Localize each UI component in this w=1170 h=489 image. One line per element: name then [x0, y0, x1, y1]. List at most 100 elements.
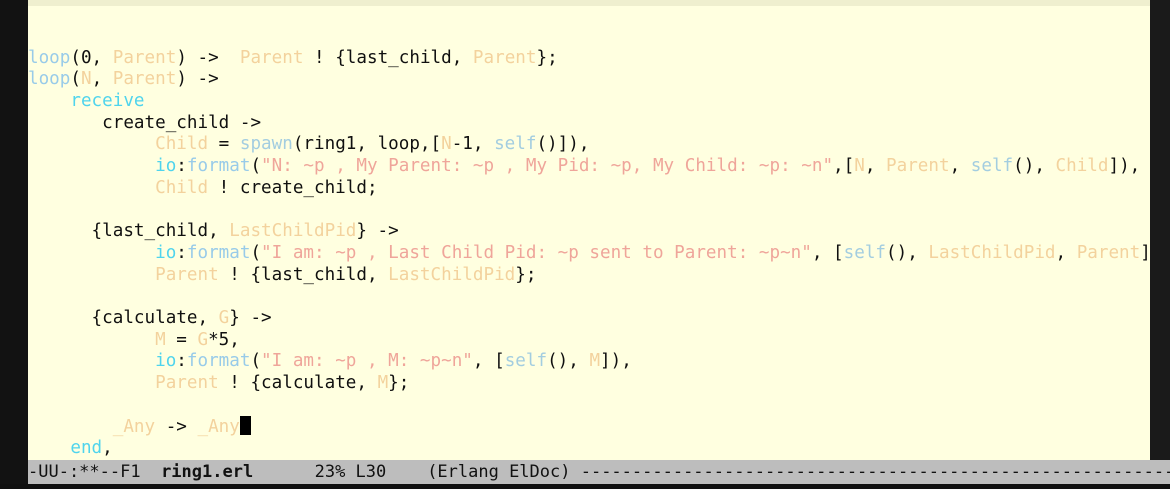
code-token: {last_child, — [28, 221, 230, 242]
code-token: Parent — [155, 264, 219, 285]
code-token: }; — [388, 373, 410, 393]
code-token: ( — [250, 351, 262, 372]
modeline-major-mode[interactable]: (Erlang ElDoc) — [427, 462, 581, 482]
code-token: *5, — [208, 329, 240, 350]
code-line[interactable] — [28, 200, 1150, 222]
code-token: -> — [155, 417, 198, 438]
code-editor[interactable]: loop(0, Parent) -> Parent ! {last_child,… — [28, 0, 1150, 460]
code-token: ]), — [600, 351, 632, 372]
code-token: Child — [1055, 156, 1109, 177]
code-line[interactable] — [28, 395, 1150, 417]
code-token: format — [186, 156, 251, 177]
code-token: ! {last_child, — [218, 264, 389, 285]
code-token: ( — [250, 156, 262, 177]
code-token: _Any — [112, 417, 156, 438]
code-token: "I am: ~p , M: ~p~n" — [261, 351, 473, 372]
code-line[interactable]: loop(N, Parent) -> — [28, 69, 1150, 91]
code-line[interactable]: Parent ! {last_child, LastChildPid}; — [28, 265, 1150, 287]
code-line[interactable]: _Any -> _Any — [28, 416, 1150, 438]
code-token: G — [197, 329, 209, 350]
code-token: ! create_child; — [208, 177, 378, 198]
code-token: LastChildPid — [928, 242, 1056, 263]
code-token: "I am: ~p , Last Child Pid: ~p sent to P… — [261, 242, 812, 263]
right-fringe — [1150, 0, 1170, 460]
code-token: spawn — [239, 134, 293, 155]
code-line[interactable]: io:format("N: ~p , My Parent: ~p , My Pi… — [28, 156, 1150, 178]
code-token: format — [186, 351, 251, 372]
code-line[interactable]: M = G*5, — [28, 330, 1150, 352]
left-fringe — [0, 0, 28, 489]
code-token: G — [218, 307, 230, 328]
code-token: (ring1, loop,[ — [292, 134, 442, 155]
code-token: , — [864, 156, 887, 177]
code-token: , [ — [811, 242, 844, 263]
code-line[interactable]: Child ! create_child; — [28, 178, 1150, 200]
code-token: ]), — [1108, 156, 1141, 177]
code-token: M — [377, 373, 389, 393]
code-token: receive — [70, 91, 145, 112]
text-cursor — [239, 416, 251, 436]
previous-line-edge — [28, 0, 1150, 6]
code-token: self — [494, 134, 537, 155]
code-token: loop — [28, 47, 71, 68]
code-token: } -> — [356, 221, 399, 242]
code-token: (0, — [70, 47, 113, 68]
modeline-status: -UU-:**--F1 — [28, 462, 162, 482]
modeline-position: 23% L30 — [253, 462, 428, 482]
code-line[interactable]: Parent ! {calculate, M}; — [28, 373, 1150, 395]
code-line[interactable]: {last_child, LastChildPid} -> — [28, 221, 1150, 243]
emacs-frame: loop(0, Parent) -> Parent ! {last_child,… — [0, 0, 1170, 489]
code-line[interactable] — [28, 26, 1150, 48]
code-token: {calculate, — [28, 307, 219, 328]
code-token: N — [80, 69, 92, 90]
code-token: ! {last_child, — [303, 47, 473, 68]
code-token: Child — [155, 134, 209, 155]
code-line[interactable]: loop(0, Parent) -> Parent ! {last_child,… — [28, 48, 1150, 70]
bottom-edge — [0, 484, 1170, 489]
code-token: ]), — [1140, 242, 1150, 263]
code-line[interactable] — [28, 286, 1150, 308]
code-line[interactable]: end, — [28, 438, 1150, 460]
code-token: ( — [250, 242, 262, 263]
code-token: N — [854, 156, 865, 177]
code-token: self — [970, 156, 1014, 177]
code-line[interactable]: {calculate, G} -> — [28, 308, 1150, 330]
code-token: ) -> — [176, 69, 219, 90]
code-line[interactable]: io:format("I am: ~p , Last Child Pid: ~p… — [28, 243, 1150, 265]
code-line[interactable]: create_child -> — [28, 113, 1150, 135]
code-line[interactable]: Child = spawn(ring1, loop,[N-1, self()])… — [28, 134, 1150, 156]
code-line[interactable]: receive — [28, 91, 1150, 113]
code-token: ()]), — [536, 134, 590, 155]
code-token: } -> — [229, 307, 272, 328]
code-token: Parent — [886, 156, 950, 177]
code-token: Parent — [112, 47, 177, 68]
code-token: , — [102, 438, 113, 459]
code-buffer[interactable]: loop(0, Parent) -> Parent ! {last_child,… — [28, 26, 1150, 460]
code-token: = — [208, 134, 240, 155]
code-token: Child — [155, 177, 209, 198]
code-token: , [ — [472, 351, 505, 372]
code-token: create_child -> — [28, 112, 262, 133]
code-token: : — [176, 351, 187, 372]
modeline-buffer-name[interactable]: ring1.erl — [161, 462, 253, 482]
code-token: _Any — [197, 417, 240, 438]
code-token: (), — [1013, 156, 1056, 177]
code-token: loop — [28, 69, 71, 90]
code-token: ! {calculate, — [218, 373, 378, 393]
code-token: , — [1055, 242, 1077, 263]
code-token: end — [70, 438, 103, 459]
code-token: self — [843, 242, 887, 263]
code-token: , — [91, 69, 113, 90]
code-token: }; — [515, 264, 537, 285]
code-line[interactable]: io:format("I am: ~p , M: ~p~n", [self(),… — [28, 351, 1150, 373]
code-token: N — [441, 134, 452, 155]
code-token: M — [155, 329, 166, 350]
